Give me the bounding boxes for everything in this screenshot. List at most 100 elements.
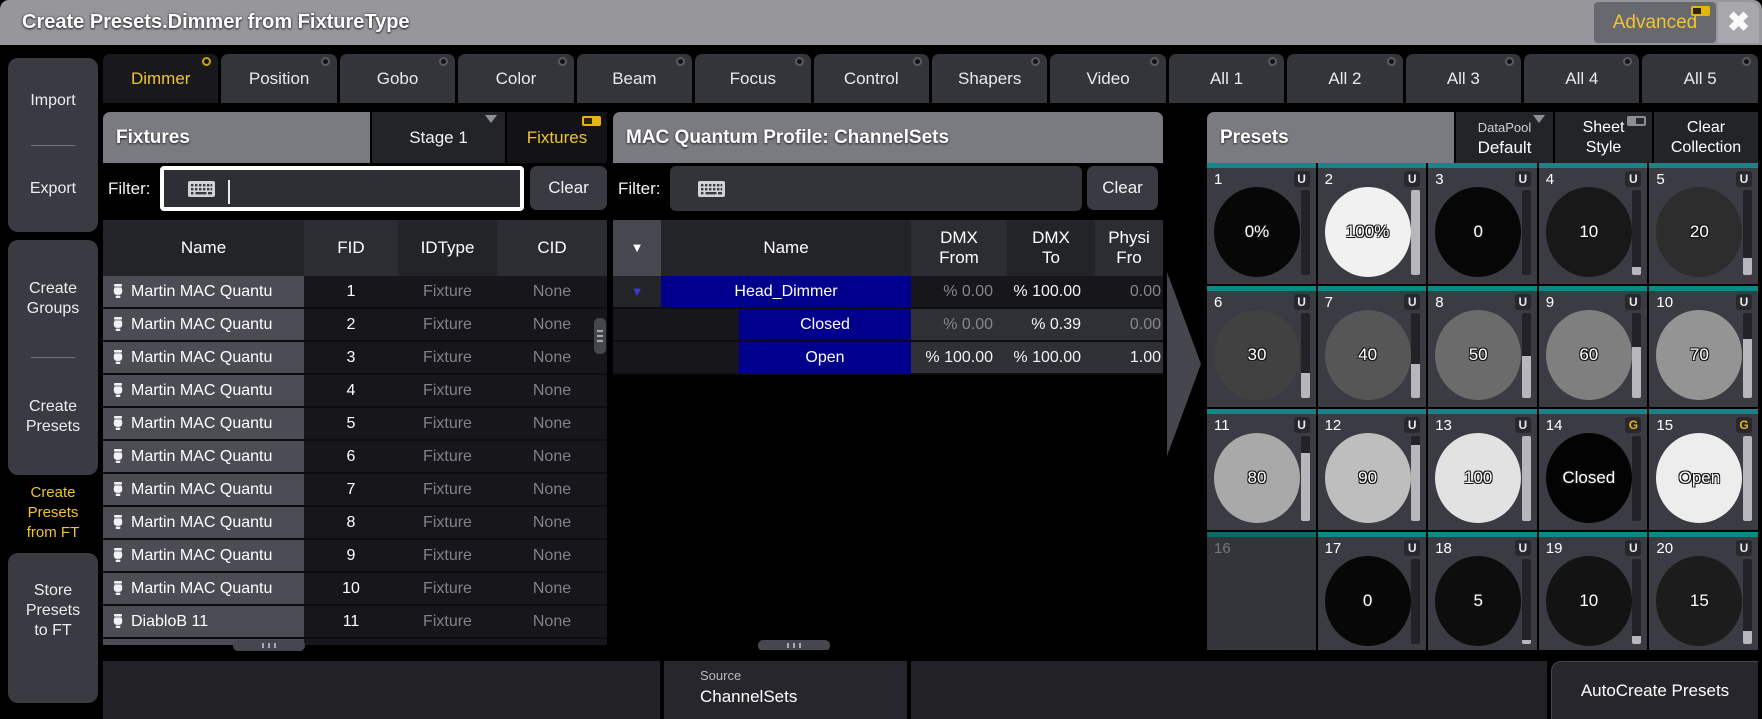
preset-level-fill <box>1632 636 1641 645</box>
fixture-row[interactable]: Martin MAC Quantu 9 Fixture None <box>103 540 607 573</box>
feature-tab[interactable]: Shapers <box>932 54 1047 103</box>
store-presets-to-ft-button[interactable]: Store Presets to FT <box>8 553 98 703</box>
datapool-selector[interactable]: DataPool Default <box>1456 112 1553 163</box>
feature-tab[interactable]: All 2 <box>1287 54 1402 103</box>
fixture-row[interactable]: Martin MAC Quantu 5 Fixture None <box>103 408 607 441</box>
create-groups-button[interactable]: Create Groups <box>8 240 98 357</box>
preset-pool-item[interactable]: 10 U 70 <box>1649 286 1758 407</box>
column-header-dmx-from[interactable]: DMX From <box>911 220 1007 276</box>
preset-dimmer-circle: 90 <box>1325 433 1411 523</box>
preset-pool-item[interactable]: 20 U 15 <box>1649 532 1758 650</box>
feature-tab[interactable]: Color <box>458 54 573 103</box>
feature-tab[interactable]: Position <box>221 54 336 103</box>
horizontal-scrollbar-grip[interactable] <box>233 640 305 651</box>
channelsets-filter-clear-button[interactable]: Clear <box>1087 166 1158 210</box>
preset-pool-item[interactable]: 14 G Closed <box>1539 409 1648 530</box>
autocreate-presets-button[interactable]: AutoCreate Presets <box>1551 661 1758 719</box>
fixture-icon <box>111 416 125 431</box>
row-expander-cell[interactable] <box>613 309 661 342</box>
preset-pool-item[interactable]: 13 U 100 <box>1428 409 1537 530</box>
column-header-name[interactable]: Name <box>103 220 304 276</box>
feature-tab[interactable]: All 3 <box>1406 54 1521 103</box>
channelsets-filter-input[interactable] <box>670 166 1082 211</box>
feature-tab[interactable]: All 5 <box>1642 54 1757 103</box>
create-presets-from-ft-button[interactable]: Create Presets from FT <box>8 478 98 548</box>
preset-level-fill <box>1743 258 1752 275</box>
fixture-cid: None <box>497 408 607 441</box>
preset-pool-item[interactable]: 9 U 60 <box>1539 286 1648 407</box>
fixtures-panel-titlebar[interactable]: Fixtures <box>103 112 370 163</box>
preset-pool-item[interactable]: 18 U 5 <box>1428 532 1537 650</box>
fixture-row[interactable]: Martin MAC Quantu 2 Fixture None <box>103 309 607 342</box>
sheet-style-button[interactable]: Sheet Style <box>1555 112 1652 163</box>
fixtures-filter-clear-button[interactable]: Clear <box>530 166 607 210</box>
source-selector[interactable]: Source ChannelSets <box>664 661 907 719</box>
column-header-name[interactable]: Name <box>661 220 911 276</box>
fixture-fid: 1 <box>304 276 398 309</box>
column-header-physical-from[interactable]: Physi Fro <box>1095 220 1163 276</box>
feature-tab[interactable]: Focus <box>695 54 810 103</box>
channelset-row[interactable]: ▼ Head_Dimmer % 0.00 % 100.00 0.00 <box>613 276 1163 309</box>
column-header-expander[interactable]: ▼ <box>613 220 661 276</box>
tab-label: Position <box>249 69 309 89</box>
preset-level-fill <box>1411 445 1420 522</box>
preset-pool-item[interactable]: 7 U 40 <box>1318 286 1427 407</box>
fixtures-filter-input[interactable] <box>160 166 524 211</box>
fixture-row[interactable]: Martin MAC Quantu 4 Fixture None <box>103 375 607 408</box>
channelsets-panel-title: MAC Quantum Profile: ChannelSets <box>626 112 949 163</box>
preset-pool-item[interactable]: 3 U 0 <box>1428 163 1537 284</box>
fixture-row[interactable] <box>103 639 607 645</box>
clear-collection-button[interactable]: Clear Collection <box>1654 112 1758 163</box>
column-header-idtype[interactable]: IDType <box>398 220 497 276</box>
close-button[interactable]: ✖ <box>1718 2 1759 43</box>
feature-tab[interactable]: Beam <box>577 54 692 103</box>
preset-pool-item[interactable]: 8 U 50 <box>1428 286 1537 407</box>
fixture-row[interactable]: Martin MAC Quantu 3 Fixture None <box>103 342 607 375</box>
horizontal-scrollbar-grip[interactable] <box>758 640 830 650</box>
column-header-dmx-to[interactable]: DMX To <box>1007 220 1095 276</box>
feature-tab[interactable]: Gobo <box>340 54 455 103</box>
fixture-row[interactable]: Martin MAC Quantu 6 Fixture None <box>103 441 607 474</box>
fixture-row[interactable]: DiabloB 11 11 Fixture None <box>103 606 607 639</box>
preset-pool-item[interactable]: 19 U 10 <box>1539 532 1648 650</box>
channelsets-panel-titlebar[interactable]: MAC Quantum Profile: ChannelSets <box>613 112 1163 163</box>
row-expander-cell[interactable] <box>613 342 661 375</box>
preset-pool-item[interactable]: 11 U 80 <box>1207 409 1316 530</box>
import-button[interactable]: Import <box>8 58 98 145</box>
fixture-row[interactable]: Martin MAC Quantu 1 Fixture None <box>103 276 607 309</box>
fixture-row[interactable]: Martin MAC Quantu 7 Fixture None <box>103 474 607 507</box>
preset-pool-item[interactable]: 15 G Open <box>1649 409 1758 530</box>
column-header-cid[interactable]: CID <box>497 220 607 276</box>
advanced-button[interactable]: Advanced <box>1594 2 1716 43</box>
export-button[interactable]: Export <box>8 146 98 233</box>
preset-pool-item[interactable]: 1 U 0% <box>1207 163 1316 284</box>
feature-tab[interactable]: All 1 <box>1169 54 1284 103</box>
channelset-row[interactable]: Open % 100.00 % 100.00 1.00 <box>613 342 1163 375</box>
tab-fixtures[interactable]: Fixtures <box>507 112 607 163</box>
presets-panel-titlebar[interactable]: Presets <box>1207 112 1454 163</box>
tab-stage-1[interactable]: Stage 1 <box>372 112 505 163</box>
fixture-icon <box>111 284 125 299</box>
feature-tab[interactable]: Control <box>814 54 929 103</box>
feature-tab[interactable]: Dimmer <box>103 54 218 103</box>
fixture-row[interactable]: Martin MAC Quantu 10 Fixture None <box>103 573 607 606</box>
feature-tab[interactable]: All 4 <box>1524 54 1639 103</box>
preset-pool-item[interactable]: 5 U 20 <box>1649 163 1758 284</box>
column-header-fid[interactable]: FID <box>304 220 398 276</box>
feature-tab[interactable]: Video <box>1050 54 1165 103</box>
fixture-icon <box>111 614 125 629</box>
vertical-scrollbar-grip[interactable] <box>594 318 606 354</box>
preset-pool-item[interactable]: 6 U 30 <box>1207 286 1316 407</box>
preset-pool-item[interactable]: 4 U 10 <box>1539 163 1648 284</box>
fixture-name-cell: Martin MAC Quantu <box>103 507 304 540</box>
row-expander-cell[interactable]: ▼ <box>613 276 661 309</box>
tab-label: Control <box>844 69 899 89</box>
preset-pool-item[interactable]: 17 U 0 <box>1318 532 1427 650</box>
channelset-row[interactable]: Closed % 0.00 % 0.39 0.00 <box>613 309 1163 342</box>
preset-pool-item[interactable]: 2 U 100% <box>1318 163 1427 284</box>
preset-pool-item[interactable]: 16 <box>1207 532 1316 650</box>
preset-pool-item[interactable]: 12 U 90 <box>1318 409 1427 530</box>
preset-level-fader <box>1743 559 1752 644</box>
create-presets-button[interactable]: Create Presets <box>8 358 98 475</box>
fixture-row[interactable]: Martin MAC Quantu 8 Fixture None <box>103 507 607 540</box>
